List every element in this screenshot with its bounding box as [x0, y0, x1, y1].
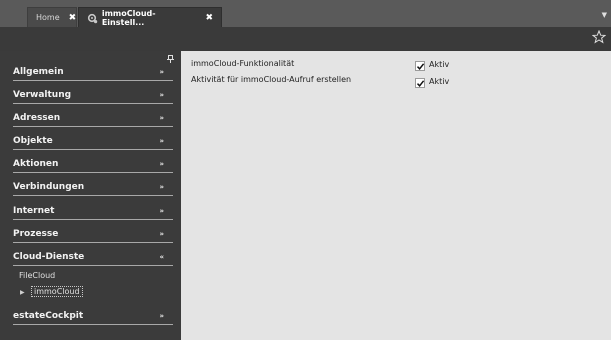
toolbar	[0, 27, 611, 51]
sidebar-section-aktionen[interactable]: Aktionen »	[13, 154, 173, 173]
sidebar-section-label: Verbindungen	[13, 182, 85, 192]
chevron-down-icon: »	[159, 207, 164, 215]
sidebar-item-immocloud[interactable]: immoCloud	[31, 286, 83, 297]
tab-immocloud-settings[interactable]: immoCloud-Einstell... ✖	[78, 7, 222, 27]
sidebar-section-objekte[interactable]: Objekte »	[13, 131, 173, 150]
chevron-down-icon: »	[159, 183, 164, 191]
sidebar-section-prozesse[interactable]: Prozesse »	[13, 224, 173, 243]
sidebar-section-internet[interactable]: Internet »	[13, 201, 173, 220]
tab-home-label: Home	[36, 13, 60, 22]
sidebar-section-label: estateCockpit	[13, 311, 84, 321]
settings-gear-icon	[87, 13, 98, 23]
sidebar-section-verbindungen[interactable]: Verbindungen »	[13, 177, 173, 196]
chevron-down-icon: »	[159, 160, 164, 168]
sidebar-section-label: Allgemein	[13, 67, 64, 77]
sidebar-section-label: Verwaltung	[13, 90, 72, 100]
chevron-up-icon: «	[159, 253, 164, 261]
tab-immocloud-label: immoCloud-Einstell...	[101, 8, 156, 27]
star-icon[interactable]	[591, 29, 607, 44]
checkbox-aktivitaet-erstellen[interactable]	[415, 78, 425, 88]
checkbox-label-aktiv: Aktiv	[429, 60, 450, 69]
sidebar-section-label: Internet	[13, 206, 55, 216]
sidebar-section-label: Aktionen	[13, 159, 59, 169]
chevron-down-icon: »	[159, 91, 164, 99]
tab-strip: Home ✖ immoCloud-Einstell... ✖ ▼	[0, 0, 611, 27]
sidebar-item-filecloud[interactable]: FileCloud	[19, 271, 55, 280]
caret-right-icon: ▶	[20, 289, 25, 296]
sidebar-section-label: Adressen	[13, 113, 61, 123]
sidebar: Allgemein » Verwaltung » Adressen » Obje…	[0, 51, 181, 340]
chevron-down-icon: »	[159, 230, 164, 238]
sidebar-section-allgemein[interactable]: Allgemein »	[13, 62, 173, 81]
sidebar-section-cloud-dienste[interactable]: Cloud-Dienste «	[13, 247, 173, 266]
tab-home[interactable]: Home ✖	[27, 7, 77, 27]
sidebar-section-label: Prozesse	[13, 229, 59, 239]
setting-label-immocloud-funktionalitaet: immoCloud-Funktionalität	[191, 59, 295, 68]
chevron-down-icon: »	[159, 114, 164, 122]
chevron-down-icon: »	[159, 137, 164, 145]
sidebar-section-verwaltung[interactable]: Verwaltung »	[13, 85, 173, 104]
sidebar-section-adressen[interactable]: Adressen »	[13, 108, 173, 127]
setting-label-aktivitaet-erstellen: Aktivität für immoCloud-Aufruf erstellen	[191, 75, 352, 84]
checkbox-immocloud-funktionalitaet[interactable]	[415, 61, 425, 71]
settings-panel: immoCloud-Funktionalität Aktiv Aktivität…	[181, 51, 611, 340]
chevron-down-icon: »	[159, 312, 164, 320]
sidebar-section-label: Objekte	[13, 136, 53, 146]
chevron-down-icon: »	[159, 68, 164, 76]
dropdown-arrow-icon[interactable]: ▼	[602, 11, 607, 19]
sidebar-section-label: Cloud-Dienste	[13, 252, 85, 262]
sidebar-section-estatecockpit[interactable]: estateCockpit »	[13, 306, 173, 325]
checkbox-label-aktiv: Aktiv	[429, 77, 450, 86]
close-tab-immocloud-icon[interactable]: ✖	[205, 13, 213, 23]
close-tab-home-icon[interactable]: ✖	[69, 13, 77, 23]
